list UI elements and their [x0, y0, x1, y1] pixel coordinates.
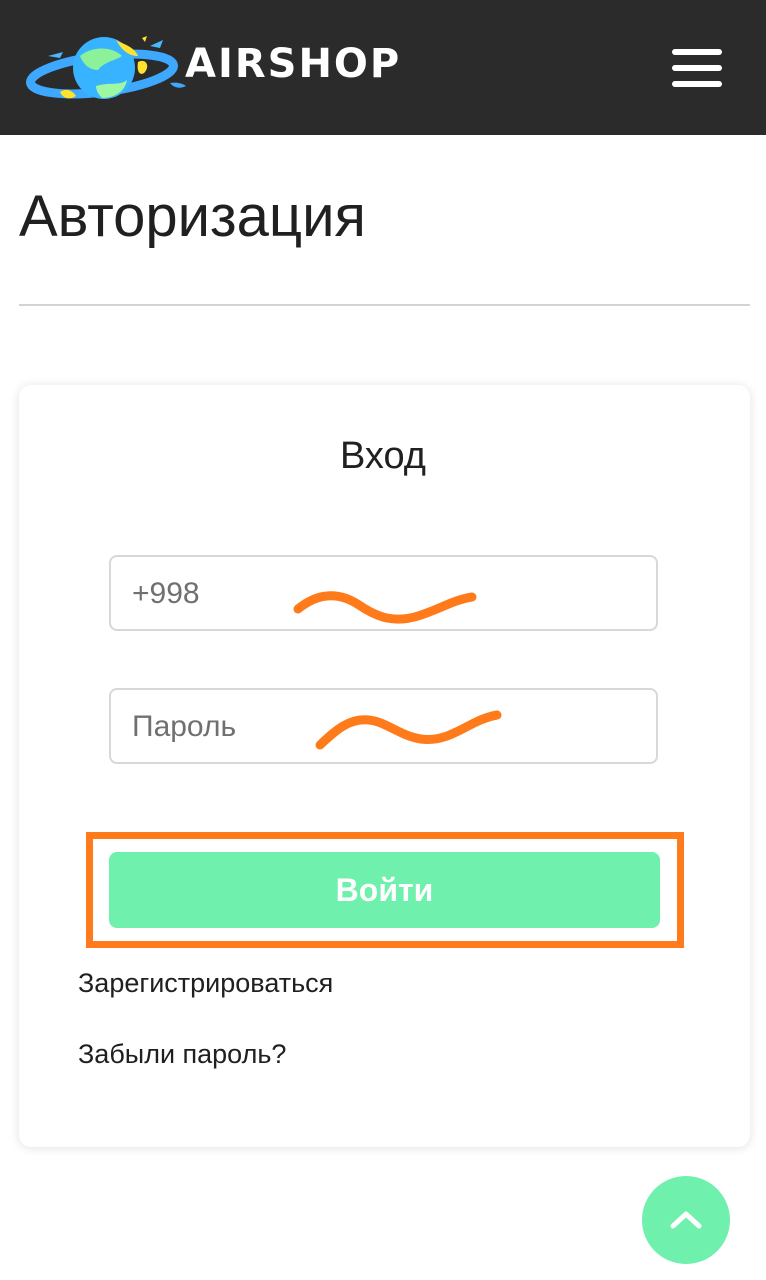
hamburger-menu-icon[interactable]	[670, 46, 724, 88]
login-card	[19, 385, 750, 1147]
brand-name[interactable]: AIRSHOP	[185, 44, 401, 84]
chevron-up-icon	[670, 1211, 702, 1229]
page-title: Авторизация	[19, 184, 366, 249]
login-button[interactable]: Войти	[109, 852, 660, 928]
login-card-title: Вход	[340, 435, 426, 477]
password-input[interactable]: Пароль	[109, 688, 658, 764]
menu-line	[672, 49, 722, 55]
page-divider	[19, 304, 750, 306]
top-navigation-bar: AIRSHOP	[0, 0, 766, 135]
phone-input[interactable]: +998	[109, 555, 658, 631]
phone-placeholder: +998	[132, 577, 200, 610]
planet-logo-icon[interactable]	[24, 28, 194, 110]
menu-line	[672, 81, 722, 87]
password-placeholder: Пароль	[132, 710, 237, 743]
register-link[interactable]: Зарегистрироваться	[78, 970, 333, 997]
menu-line	[672, 65, 722, 71]
forgot-password-link[interactable]: Забыли пароль?	[78, 1041, 286, 1068]
scroll-to-top-button[interactable]	[642, 1176, 730, 1264]
